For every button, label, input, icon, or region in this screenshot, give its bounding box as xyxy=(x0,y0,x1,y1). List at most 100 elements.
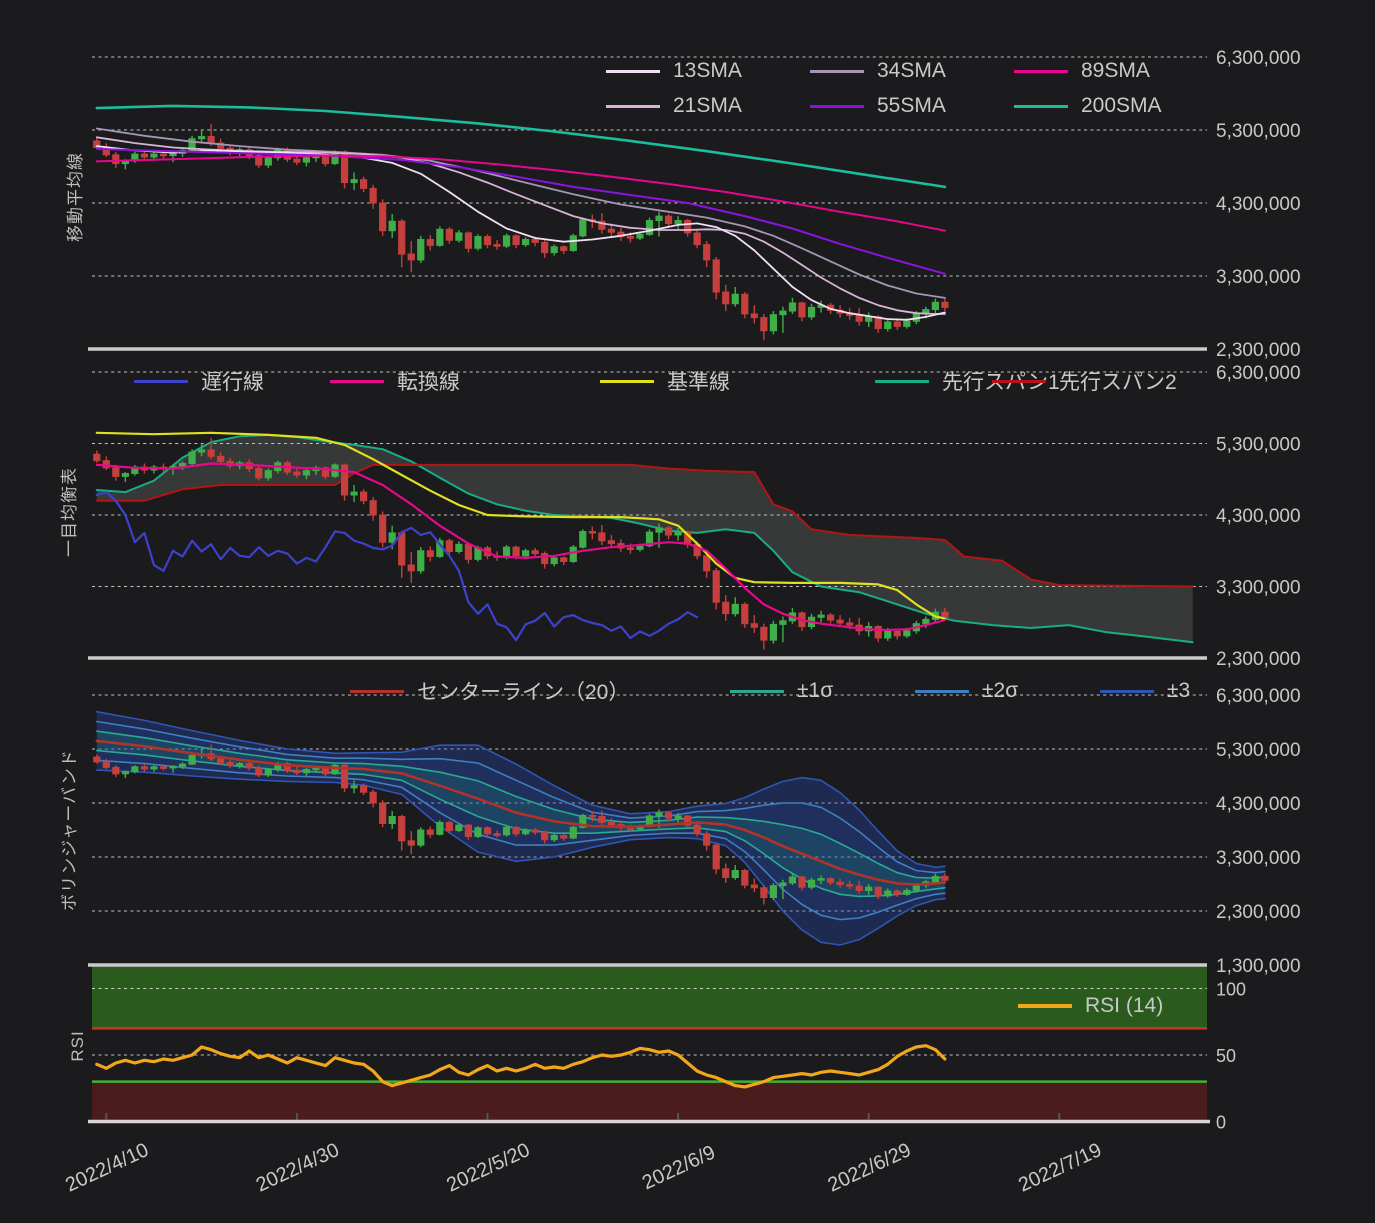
candle-body xyxy=(388,816,396,825)
candle-body xyxy=(398,532,406,566)
candle-body xyxy=(779,310,787,316)
candle-body xyxy=(703,833,711,846)
y-tick-label: 6,300,000 xyxy=(1216,363,1301,384)
candle-body xyxy=(750,884,758,889)
candle-body xyxy=(569,546,577,562)
legend-label: センターライン（20） xyxy=(417,681,630,704)
candle-body xyxy=(874,886,882,897)
candle-body xyxy=(531,550,539,555)
candle-body xyxy=(903,630,911,637)
y-tick-label: 0 xyxy=(1216,1113,1226,1133)
candle-body xyxy=(731,603,739,615)
candle-body xyxy=(464,232,473,249)
legend-label: 55SMA xyxy=(877,94,946,117)
candle-body xyxy=(369,791,377,804)
candle-body xyxy=(836,881,844,886)
legend-item-±3: ±3 xyxy=(1100,678,1190,704)
legend-swatch xyxy=(1018,1004,1072,1008)
candle-body xyxy=(474,236,482,249)
candle-body xyxy=(464,824,473,837)
chart-canvas[interactable]: 6,300,000 5,300,000 4,300,000 3,300,000 2,30… xyxy=(0,0,1375,1223)
candle-body xyxy=(360,491,368,502)
candle-body xyxy=(893,890,901,895)
x-tick-label: 2022/7/19 xyxy=(1015,1139,1105,1197)
legend-item-先行スパン2: 先行スパン2 xyxy=(992,368,1177,394)
legend-item-34SMA: 34SMA xyxy=(810,58,946,84)
candle-body xyxy=(417,829,425,846)
legend-swatch xyxy=(600,379,654,383)
candle-body xyxy=(712,844,720,870)
candle-body xyxy=(188,451,196,465)
y-tick-label: 2,300,000 xyxy=(1216,902,1301,923)
candle-body xyxy=(846,622,854,626)
legend-label: 13SMA xyxy=(673,59,742,82)
candle-body xyxy=(560,246,568,251)
panel-title-rsi: RSI xyxy=(68,1030,87,1062)
candle-body xyxy=(579,530,587,548)
y-tick-label: 4,300,000 xyxy=(1216,194,1301,215)
legend-label: 遅行線 xyxy=(201,371,264,394)
candle-body xyxy=(865,886,873,891)
legend-item-センターライン（20）: センターライン（20） xyxy=(350,678,629,704)
legend-item-89SMA: 89SMA xyxy=(1014,58,1150,84)
candle-body xyxy=(826,878,835,883)
candle-body xyxy=(150,766,158,770)
legend-label: 34SMA xyxy=(877,59,946,82)
candle-body xyxy=(188,754,196,765)
candle-body xyxy=(912,884,920,891)
candle-body xyxy=(664,527,673,536)
y-tick-label: 3,300,000 xyxy=(1216,267,1301,288)
candle-body xyxy=(807,306,816,318)
candle-body xyxy=(293,471,301,476)
candle-body xyxy=(731,870,739,879)
candle-body xyxy=(817,614,825,618)
candle-body xyxy=(607,821,615,826)
candle-body xyxy=(598,532,606,542)
candle-body xyxy=(502,235,511,247)
candle-body xyxy=(922,618,930,625)
candle-body xyxy=(750,623,758,628)
candle-body xyxy=(522,829,530,835)
candle-body xyxy=(903,889,911,895)
candle-body xyxy=(569,826,577,839)
candle-body xyxy=(522,239,530,246)
legend-swatch xyxy=(1014,104,1068,108)
candle-body xyxy=(302,769,311,774)
candle-body xyxy=(217,758,225,763)
x-tick-label: 2022/4/10 xyxy=(62,1139,152,1197)
candle-body xyxy=(236,763,244,767)
candle-body xyxy=(407,840,415,846)
candle-body xyxy=(102,761,110,768)
chart-root: 6,300,000 5,300,000 4,300,000 3,300,000 2,30… xyxy=(0,0,1375,1223)
candle-body xyxy=(884,631,892,639)
y-tick-label: 3,300,000 xyxy=(1216,578,1301,599)
candle-body xyxy=(360,179,368,189)
candle-body xyxy=(264,470,272,479)
y-tick-label: 3,300,000 xyxy=(1216,848,1301,869)
candle-body xyxy=(302,157,311,163)
candle-body xyxy=(779,882,787,887)
candle-body xyxy=(693,232,701,246)
candle-body xyxy=(502,546,511,558)
candle-body xyxy=(121,771,129,775)
candle-body xyxy=(502,826,511,836)
legend-swatch xyxy=(350,689,404,693)
candle-body xyxy=(636,545,644,550)
legend-swatch xyxy=(810,69,864,73)
candle-body xyxy=(598,816,606,823)
candle-body xyxy=(760,626,768,641)
legend-swatch xyxy=(330,379,384,383)
candle-body xyxy=(140,153,149,158)
candle-body xyxy=(893,631,901,637)
candle-body xyxy=(398,220,406,255)
x-tick-label: 2022/6/29 xyxy=(825,1139,915,1197)
legend-swatch xyxy=(810,104,864,108)
candle-body xyxy=(741,293,749,315)
candle-body xyxy=(626,236,635,239)
candle-body xyxy=(93,756,101,763)
candle-body xyxy=(93,453,101,462)
candle-body xyxy=(684,220,692,234)
candle-body xyxy=(788,302,797,312)
y-tick-label: 2,300,000 xyxy=(1216,340,1301,361)
candle-body xyxy=(455,824,463,832)
